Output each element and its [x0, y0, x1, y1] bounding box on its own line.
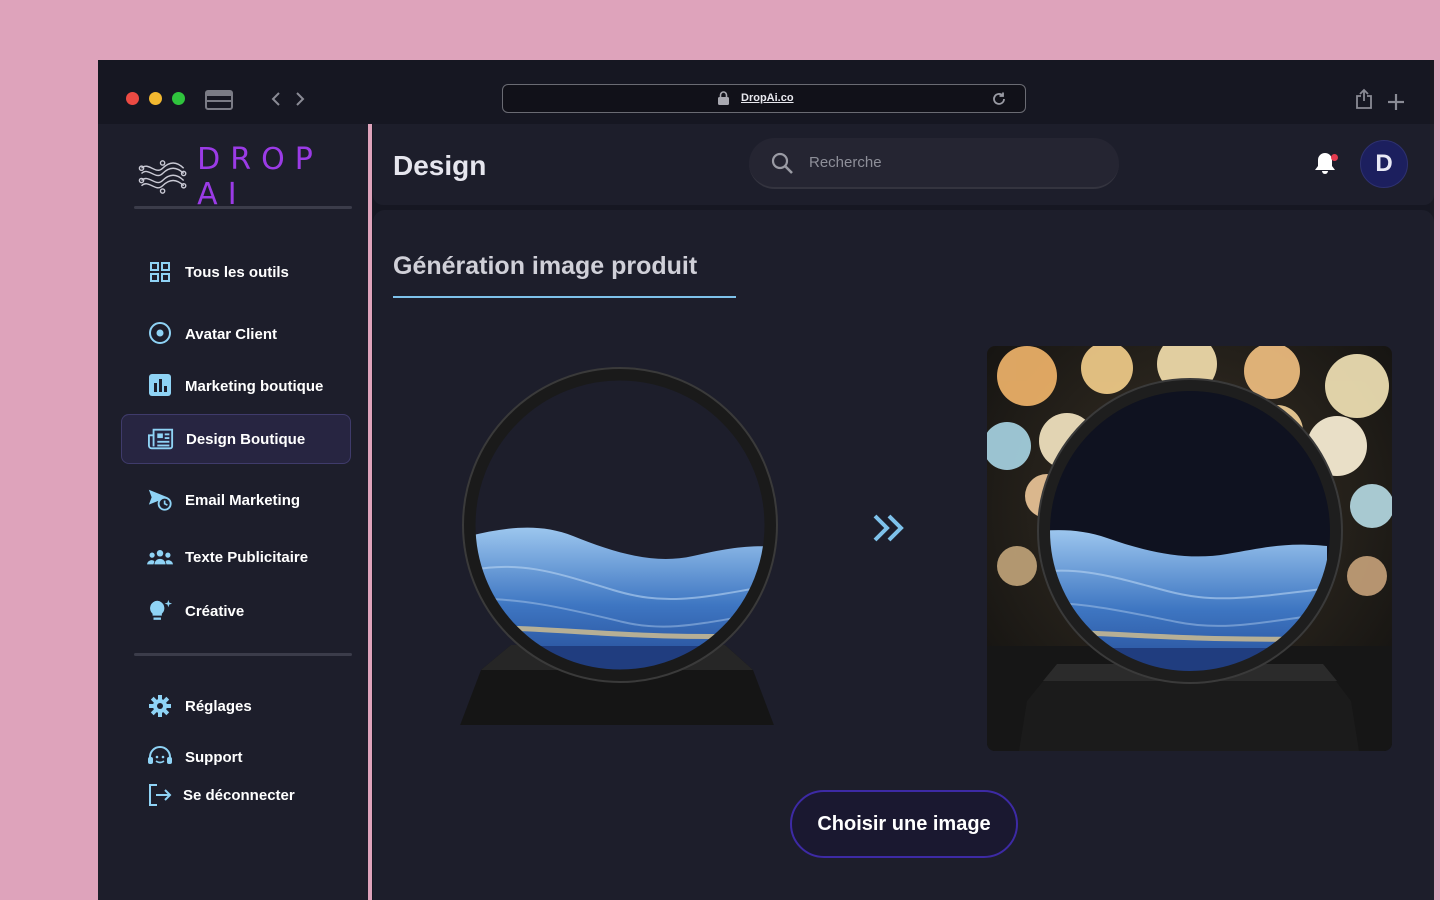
logout-icon — [147, 782, 173, 808]
lock-icon — [717, 91, 730, 111]
double-chevron-right-icon — [871, 512, 907, 549]
address-bar[interactable]: DropAi.co — [502, 84, 1026, 113]
sidebar-item-marketing-boutique[interactable]: Marketing boutique — [121, 361, 351, 411]
sidebar-item-tous-les-outils[interactable]: Tous les outils — [121, 247, 351, 297]
sidebar-toggle-icon[interactable] — [205, 90, 233, 115]
reload-icon[interactable] — [991, 91, 1007, 112]
sidebar-divider — [134, 206, 352, 209]
choose-image-button[interactable]: Choisir une image — [790, 790, 1018, 858]
maximize-window-button[interactable] — [172, 92, 185, 105]
lightbulb-icon — [147, 598, 173, 624]
newspaper-icon — [148, 426, 174, 452]
forward-icon[interactable] — [294, 90, 306, 113]
grid-icon — [147, 259, 173, 285]
sidebar-border — [368, 124, 372, 900]
logo-mark-icon — [138, 160, 187, 194]
page-title: Design — [393, 150, 487, 181]
browser-toolbar: DropAi.co — [98, 60, 1434, 124]
logo-text: DROP AI — [197, 142, 323, 212]
sidebar-item-label: Avatar Client — [185, 325, 277, 343]
sidebar-item-email-marketing[interactable]: Email Marketing — [121, 475, 351, 525]
sidebar-item-label: Se déconnecter — [183, 786, 295, 804]
back-icon[interactable] — [270, 90, 282, 113]
share-icon[interactable] — [1355, 88, 1373, 115]
sidebar-item-label: Marketing boutique — [185, 377, 324, 395]
people-icon — [147, 544, 173, 570]
sidebar-item-label: Créative — [185, 602, 245, 620]
sidebar-item-label: Support — [185, 748, 243, 766]
sidebar-item-creative[interactable]: Créative — [121, 586, 351, 636]
section-title-underline — [393, 296, 736, 298]
new-tab-icon[interactable] — [1386, 92, 1406, 117]
headset-icon — [147, 744, 173, 770]
gear-icon — [147, 693, 173, 719]
browser-window: DropAi.co DROP AI Tous les outils Avatar… — [98, 60, 1434, 900]
target-icon — [147, 321, 173, 347]
search-input[interactable] — [809, 138, 1099, 187]
main-content: Génération image produit Choisir une ima… — [373, 210, 1434, 900]
sidebar: DROP AI Tous les outils Avatar Client Ma… — [98, 124, 368, 900]
brand-logo[interactable]: DROP AI — [138, 142, 368, 212]
sidebar-item-avatar-client[interactable]: Avatar Client — [121, 309, 351, 359]
header: Design D — [373, 124, 1434, 205]
notification-badge — [1331, 154, 1338, 161]
sidebar-item-label: Email Marketing — [185, 491, 301, 509]
close-window-button[interactable] — [126, 92, 139, 105]
sidebar-item-label: Réglages — [185, 697, 252, 715]
sidebar-item-label: Design Boutique — [186, 430, 306, 448]
sidebar-item-label: Texte Publicitaire — [185, 548, 309, 566]
minimize-window-button[interactable] — [149, 92, 162, 105]
sidebar-item-se-deconnecter[interactable]: Se déconnecter — [121, 770, 351, 820]
sidebar-item-texte-publicitaire[interactable]: Texte Publicitaire — [121, 532, 351, 582]
sidebar-divider — [134, 653, 352, 656]
search-icon — [771, 152, 793, 179]
generated-product-image — [987, 346, 1392, 751]
search-bar[interactable] — [749, 138, 1119, 189]
sidebar-item-design-boutique[interactable]: Design Boutique — [121, 414, 351, 464]
sidebar-item-label: Tous les outils — [185, 263, 289, 281]
avatar[interactable]: D — [1360, 140, 1408, 188]
url-text[interactable]: DropAi.co — [741, 92, 794, 104]
original-product-image — [460, 367, 778, 725]
bar-chart-icon — [147, 373, 173, 399]
section-title: Génération image produit — [393, 252, 698, 280]
send-clock-icon — [147, 487, 173, 513]
sidebar-item-reglages[interactable]: Réglages — [121, 681, 351, 731]
